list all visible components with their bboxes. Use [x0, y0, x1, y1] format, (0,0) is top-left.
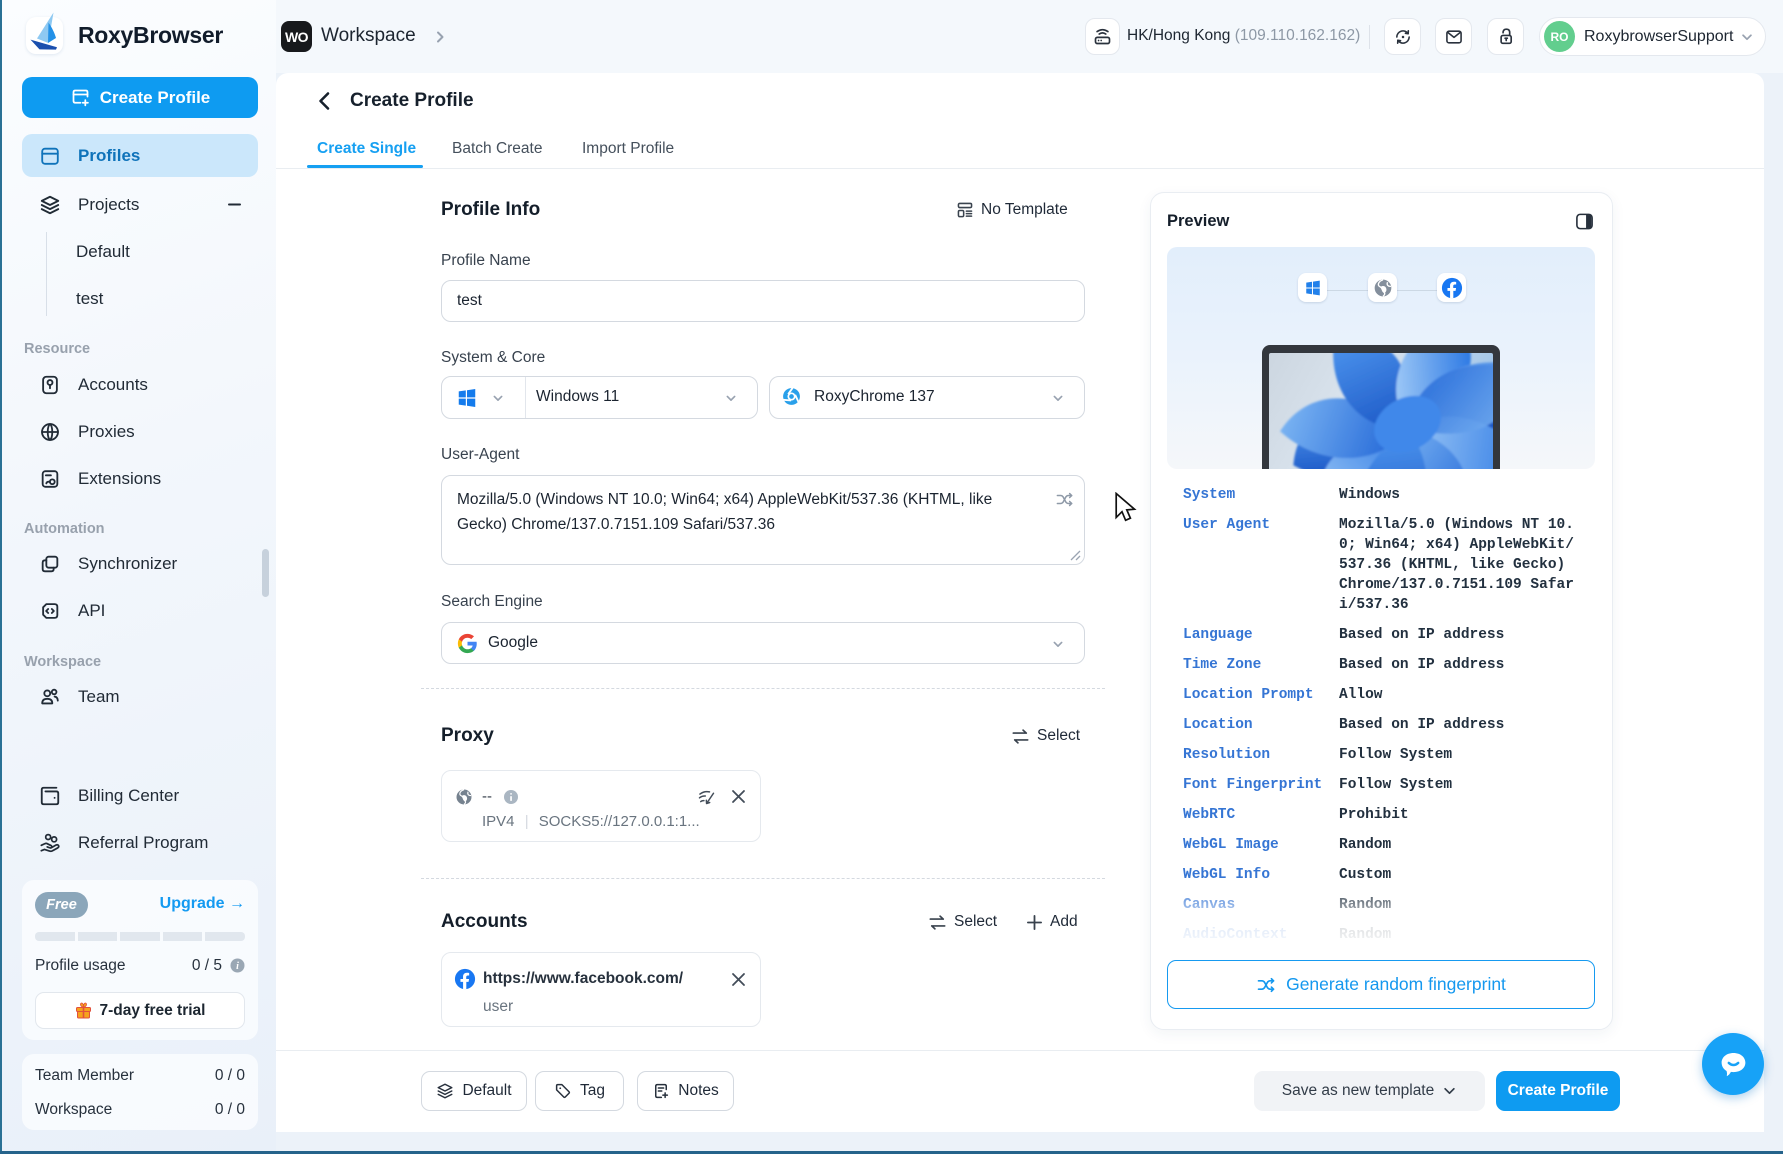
- svg-text:i: i: [236, 961, 239, 972]
